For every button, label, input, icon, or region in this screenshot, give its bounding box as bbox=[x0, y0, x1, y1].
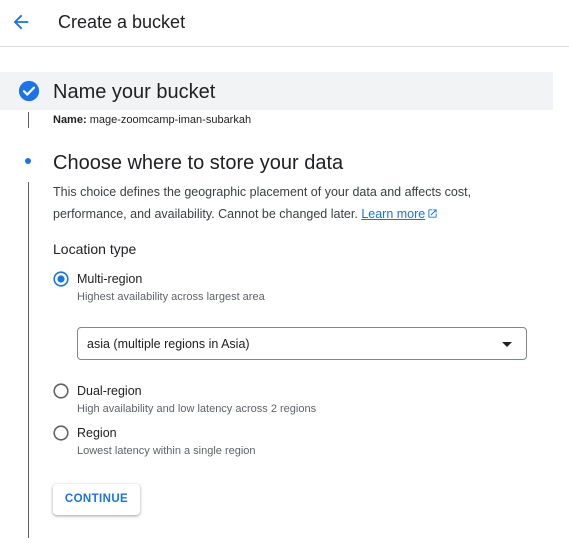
open-in-new-icon bbox=[428, 208, 437, 218]
location-type-heading: Location type bbox=[53, 241, 137, 257]
top-bar: Create a bucket bbox=[0, 0, 569, 47]
step2-description: This choice defines the geographic place… bbox=[53, 182, 523, 225]
page-title: Create a bucket bbox=[58, 12, 186, 32]
learn-more-label: Learn more bbox=[361, 206, 426, 221]
option-sub-region: Lowest latency within a single region bbox=[77, 445, 256, 457]
region-select-value: asia (multiple regions in Asia) bbox=[87, 337, 250, 351]
bucket-name-value: mage-zoomcamp-iman-subarkah bbox=[89, 114, 252, 126]
radio-region[interactable] bbox=[53, 425, 69, 441]
learn-more-link[interactable]: Learn more bbox=[361, 207, 438, 221]
step2-title: Choose where to store your data bbox=[53, 152, 344, 174]
region-select[interactable]: asia (multiple regions in Asia) bbox=[77, 327, 527, 360]
radio-dual-region[interactable] bbox=[53, 383, 69, 399]
bucket-name-label: Name: bbox=[53, 114, 87, 126]
option-label-dual-region[interactable]: Dual-region bbox=[77, 383, 142, 399]
bucket-name-summary: Name: mage-zoomcamp-iman-subarkah bbox=[53, 113, 251, 127]
continue-button[interactable]: CONTINUE bbox=[53, 484, 140, 515]
stepper-line bbox=[28, 112, 29, 128]
option-sub-multi-region: Highest availability across largest area bbox=[77, 291, 265, 303]
step1-title: Name your bucket bbox=[53, 81, 216, 103]
option-label-multi-region[interactable]: Multi-region bbox=[77, 271, 142, 287]
radio-multi-region[interactable] bbox=[53, 271, 69, 287]
active-step-dot-icon bbox=[25, 158, 31, 164]
option-sub-dual-region: High availability and low latency across… bbox=[77, 403, 317, 415]
option-label-region[interactable]: Region bbox=[77, 425, 117, 441]
dropdown-arrow-icon bbox=[502, 342, 512, 347]
stepper-line bbox=[28, 182, 29, 538]
arrow-back-icon[interactable] bbox=[10, 11, 32, 33]
check-circle-icon bbox=[18, 80, 40, 102]
